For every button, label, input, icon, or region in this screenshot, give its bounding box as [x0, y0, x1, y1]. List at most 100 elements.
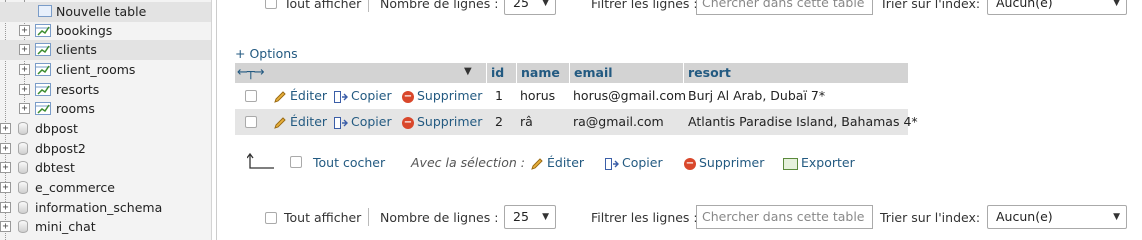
delete-label: Supprimer — [417, 88, 483, 103]
rows-per-page-label: Nombre de lignes : — [380, 210, 499, 225]
cell-id: 1 — [495, 88, 503, 103]
expand-icon[interactable]: + — [19, 44, 30, 55]
bulk-export-button[interactable]: Exporter — [783, 152, 855, 174]
sidebar-item-resorts[interactable]: + resorts — [0, 80, 211, 100]
filter-rows-input[interactable]: Chercher dans cette table — [696, 205, 873, 229]
copy-row-link[interactable]: Copier — [334, 109, 392, 135]
copy-icon — [334, 116, 348, 129]
cell-name: horus — [520, 88, 556, 103]
column-header-email[interactable]: email — [569, 63, 684, 83]
sidebar-item-db-e-commerce[interactable]: + e_commerce — [0, 178, 211, 198]
column-header-name[interactable]: name — [516, 63, 570, 83]
sort-index-label: Trier sur l'index: — [880, 210, 981, 225]
sort-index-value: Aucun(e) — [996, 209, 1053, 224]
bulk-delete-label: Supprimer — [699, 155, 765, 170]
copy-label: Copier — [351, 114, 392, 129]
divider — [368, 208, 369, 226]
sort-index-select[interactable]: Aucun(e) ▼ — [987, 205, 1127, 229]
pencil-icon — [274, 116, 286, 129]
table-icon — [35, 43, 51, 56]
cell-id: 2 — [495, 114, 503, 129]
delete-icon: − — [402, 90, 414, 103]
table-header: ←┬→ ▼ id name email resort — [235, 63, 908, 83]
edit-row-link[interactable]: Éditer — [273, 83, 327, 109]
table-icon — [35, 83, 51, 96]
row-checkbox[interactable] — [245, 116, 257, 128]
delete-icon: − — [684, 157, 696, 170]
rows-per-page-label: Nombre de lignes : — [380, 0, 499, 11]
expand-icon[interactable]: + — [19, 84, 30, 95]
chevron-down-icon: ▼ — [542, 0, 549, 8]
divider — [368, 0, 369, 12]
column-header-resort[interactable]: resort — [683, 63, 908, 83]
sidebar-item-label: information_schema — [35, 200, 163, 216]
delete-row-link[interactable]: − Supprimer — [402, 83, 482, 109]
sidebar-item-db-mini-chat[interactable]: + mini_chat — [0, 217, 211, 237]
expand-icon[interactable]: + — [0, 221, 11, 232]
show-all-label: Tout afficher — [284, 210, 362, 225]
sidebar-item-rooms[interactable]: + rooms — [0, 99, 211, 119]
sort-dropdown-icon[interactable]: ▼ — [464, 66, 472, 77]
copy-row-link[interactable]: Copier — [334, 83, 392, 109]
cell-email: horus@gmail.com — [573, 88, 687, 103]
bulk-edit-label: Éditer — [547, 155, 585, 170]
expand-icon[interactable]: + — [19, 25, 30, 36]
filter-rows-input[interactable]: Chercher dans cette table — [696, 0, 873, 15]
sidebar-item-label: Nouvelle table — [56, 4, 147, 20]
column-header-id[interactable]: id — [486, 63, 518, 83]
sort-index-select[interactable]: Aucun(e) ▼ — [987, 0, 1127, 15]
sidebar-item-db-dbpost2[interactable]: + dbpost2 — [0, 139, 211, 159]
pane-divider[interactable] — [216, 0, 217, 240]
check-all-checkbox[interactable] — [290, 156, 302, 168]
expand-icon[interactable]: + — [19, 103, 30, 114]
rows-per-page-select[interactable]: 25 ▼ — [504, 205, 556, 229]
table-icon — [35, 63, 51, 76]
expand-icon[interactable]: + — [0, 202, 11, 213]
sidebar-item-db-information-schema[interactable]: + information_schema — [0, 198, 211, 218]
sidebar-item-label: mini_chat — [35, 219, 96, 235]
row-checkbox[interactable] — [245, 90, 257, 102]
database-icon — [18, 220, 28, 233]
chevron-down-icon: ▼ — [1113, 212, 1120, 222]
check-all-link[interactable]: Tout cocher — [313, 152, 385, 174]
pencil-icon — [274, 90, 286, 103]
bulk-copy-button[interactable]: Copier — [605, 152, 663, 174]
table-row: Éditer Copier − Supprimer 1 horus horus@g… — [235, 83, 908, 109]
table-icon — [35, 24, 51, 37]
bulk-delete-button[interactable]: − Supprimer — [684, 152, 764, 174]
filter-rows-label: Filtrer les lignes : — [591, 0, 698, 11]
cell-email: ra@gmail.com — [573, 114, 664, 129]
sidebar-item-client-rooms[interactable]: + client_rooms — [0, 60, 211, 80]
database-icon — [18, 201, 28, 214]
expand-icon[interactable]: + — [0, 182, 11, 193]
edit-row-link[interactable]: Éditer — [273, 109, 327, 135]
sidebar-item-new-table[interactable]: Nouvelle table — [0, 2, 211, 22]
expand-icon[interactable]: + — [19, 64, 30, 75]
sidebar-item-clients[interactable]: + clients — [0, 40, 211, 60]
delete-row-link[interactable]: − Supprimer — [402, 109, 482, 135]
rows-per-page-select[interactable]: 25 ▼ — [504, 0, 556, 15]
expand-icon[interactable]: + — [0, 123, 11, 134]
table-row: Éditer Copier − Supprimer 2 râ ra@gmail.c… — [235, 109, 918, 135]
expand-icon[interactable]: + — [0, 143, 11, 154]
database-icon — [18, 181, 28, 194]
sidebar-item-label: dbpost — [35, 121, 78, 137]
database-icon — [18, 161, 28, 174]
column-resize-arrows-icon[interactable]: ←┬→ — [237, 65, 265, 80]
new-table-icon — [38, 5, 52, 17]
sidebar-item-bookings[interactable]: + bookings — [0, 21, 211, 41]
sidebar-item-db-dbtest[interactable]: + dbtest — [0, 158, 211, 178]
expand-icon[interactable]: + — [0, 162, 11, 173]
chevron-down-icon: ▼ — [542, 212, 549, 222]
database-icon — [18, 142, 28, 155]
bulk-edit-button[interactable]: Éditer — [530, 152, 584, 174]
cell-resort: Burj Al Arab, Dubaï 7* — [688, 88, 826, 103]
show-all-checkbox[interactable] — [265, 212, 277, 224]
show-all-checkbox[interactable] — [265, 0, 277, 9]
options-link[interactable]: + Options — [235, 46, 298, 61]
table-icon — [35, 102, 51, 115]
sidebar-item-db-dbpost[interactable]: + dbpost — [0, 119, 211, 139]
sidebar-item-label: dbtest — [35, 160, 75, 176]
sidebar-item-label: e_commerce — [35, 180, 115, 196]
chevron-down-icon: ▼ — [1113, 0, 1120, 8]
